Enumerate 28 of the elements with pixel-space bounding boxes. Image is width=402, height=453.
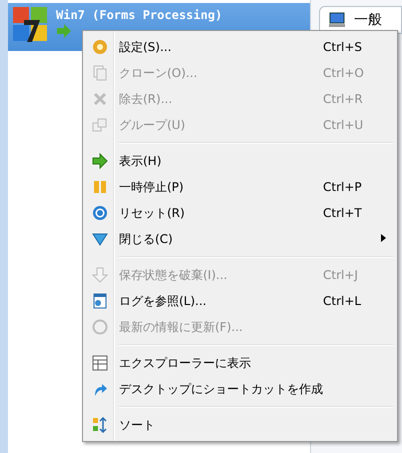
arrow-down-icon	[92, 267, 108, 283]
sort-icon	[92, 417, 108, 433]
monitor-icon	[328, 12, 346, 28]
menu-item[interactable]: ソート	[85, 412, 395, 438]
menu-item[interactable]: リセット(R) Ctrl+T	[85, 200, 395, 226]
menu-item[interactable]: 表示(H)	[85, 148, 395, 174]
menu-item[interactable]: デスクトップにショートカットを作成	[85, 376, 395, 402]
menu-item[interactable]: ログを参照(L)... Ctrl+L	[85, 288, 395, 314]
document-icon	[92, 65, 108, 81]
log-icon	[92, 293, 108, 309]
menu-item[interactable]: 閉じる(C)	[85, 226, 395, 252]
pause-icon	[92, 179, 108, 195]
triangle-down-icon	[92, 231, 108, 247]
submenu-arrow-icon	[381, 234, 386, 242]
arrow-right-icon	[56, 24, 72, 38]
curved-arrow-icon	[92, 381, 108, 397]
cross-icon	[92, 91, 108, 107]
os-logo-icon	[12, 6, 50, 44]
menu-item[interactable]: 一時停止(P) Ctrl+P	[85, 174, 395, 200]
arrow-right-icon	[92, 153, 108, 169]
refresh-icon	[92, 319, 108, 335]
tab-label: 一般	[354, 11, 382, 29]
gear-icon	[92, 39, 108, 55]
vm-name: Win7 (Forms Processing)	[56, 8, 222, 22]
windows-icon	[92, 117, 108, 133]
table-icon	[92, 355, 108, 371]
target-icon	[92, 205, 108, 221]
menu-item[interactable]: エクスプローラーに表示	[85, 350, 395, 376]
